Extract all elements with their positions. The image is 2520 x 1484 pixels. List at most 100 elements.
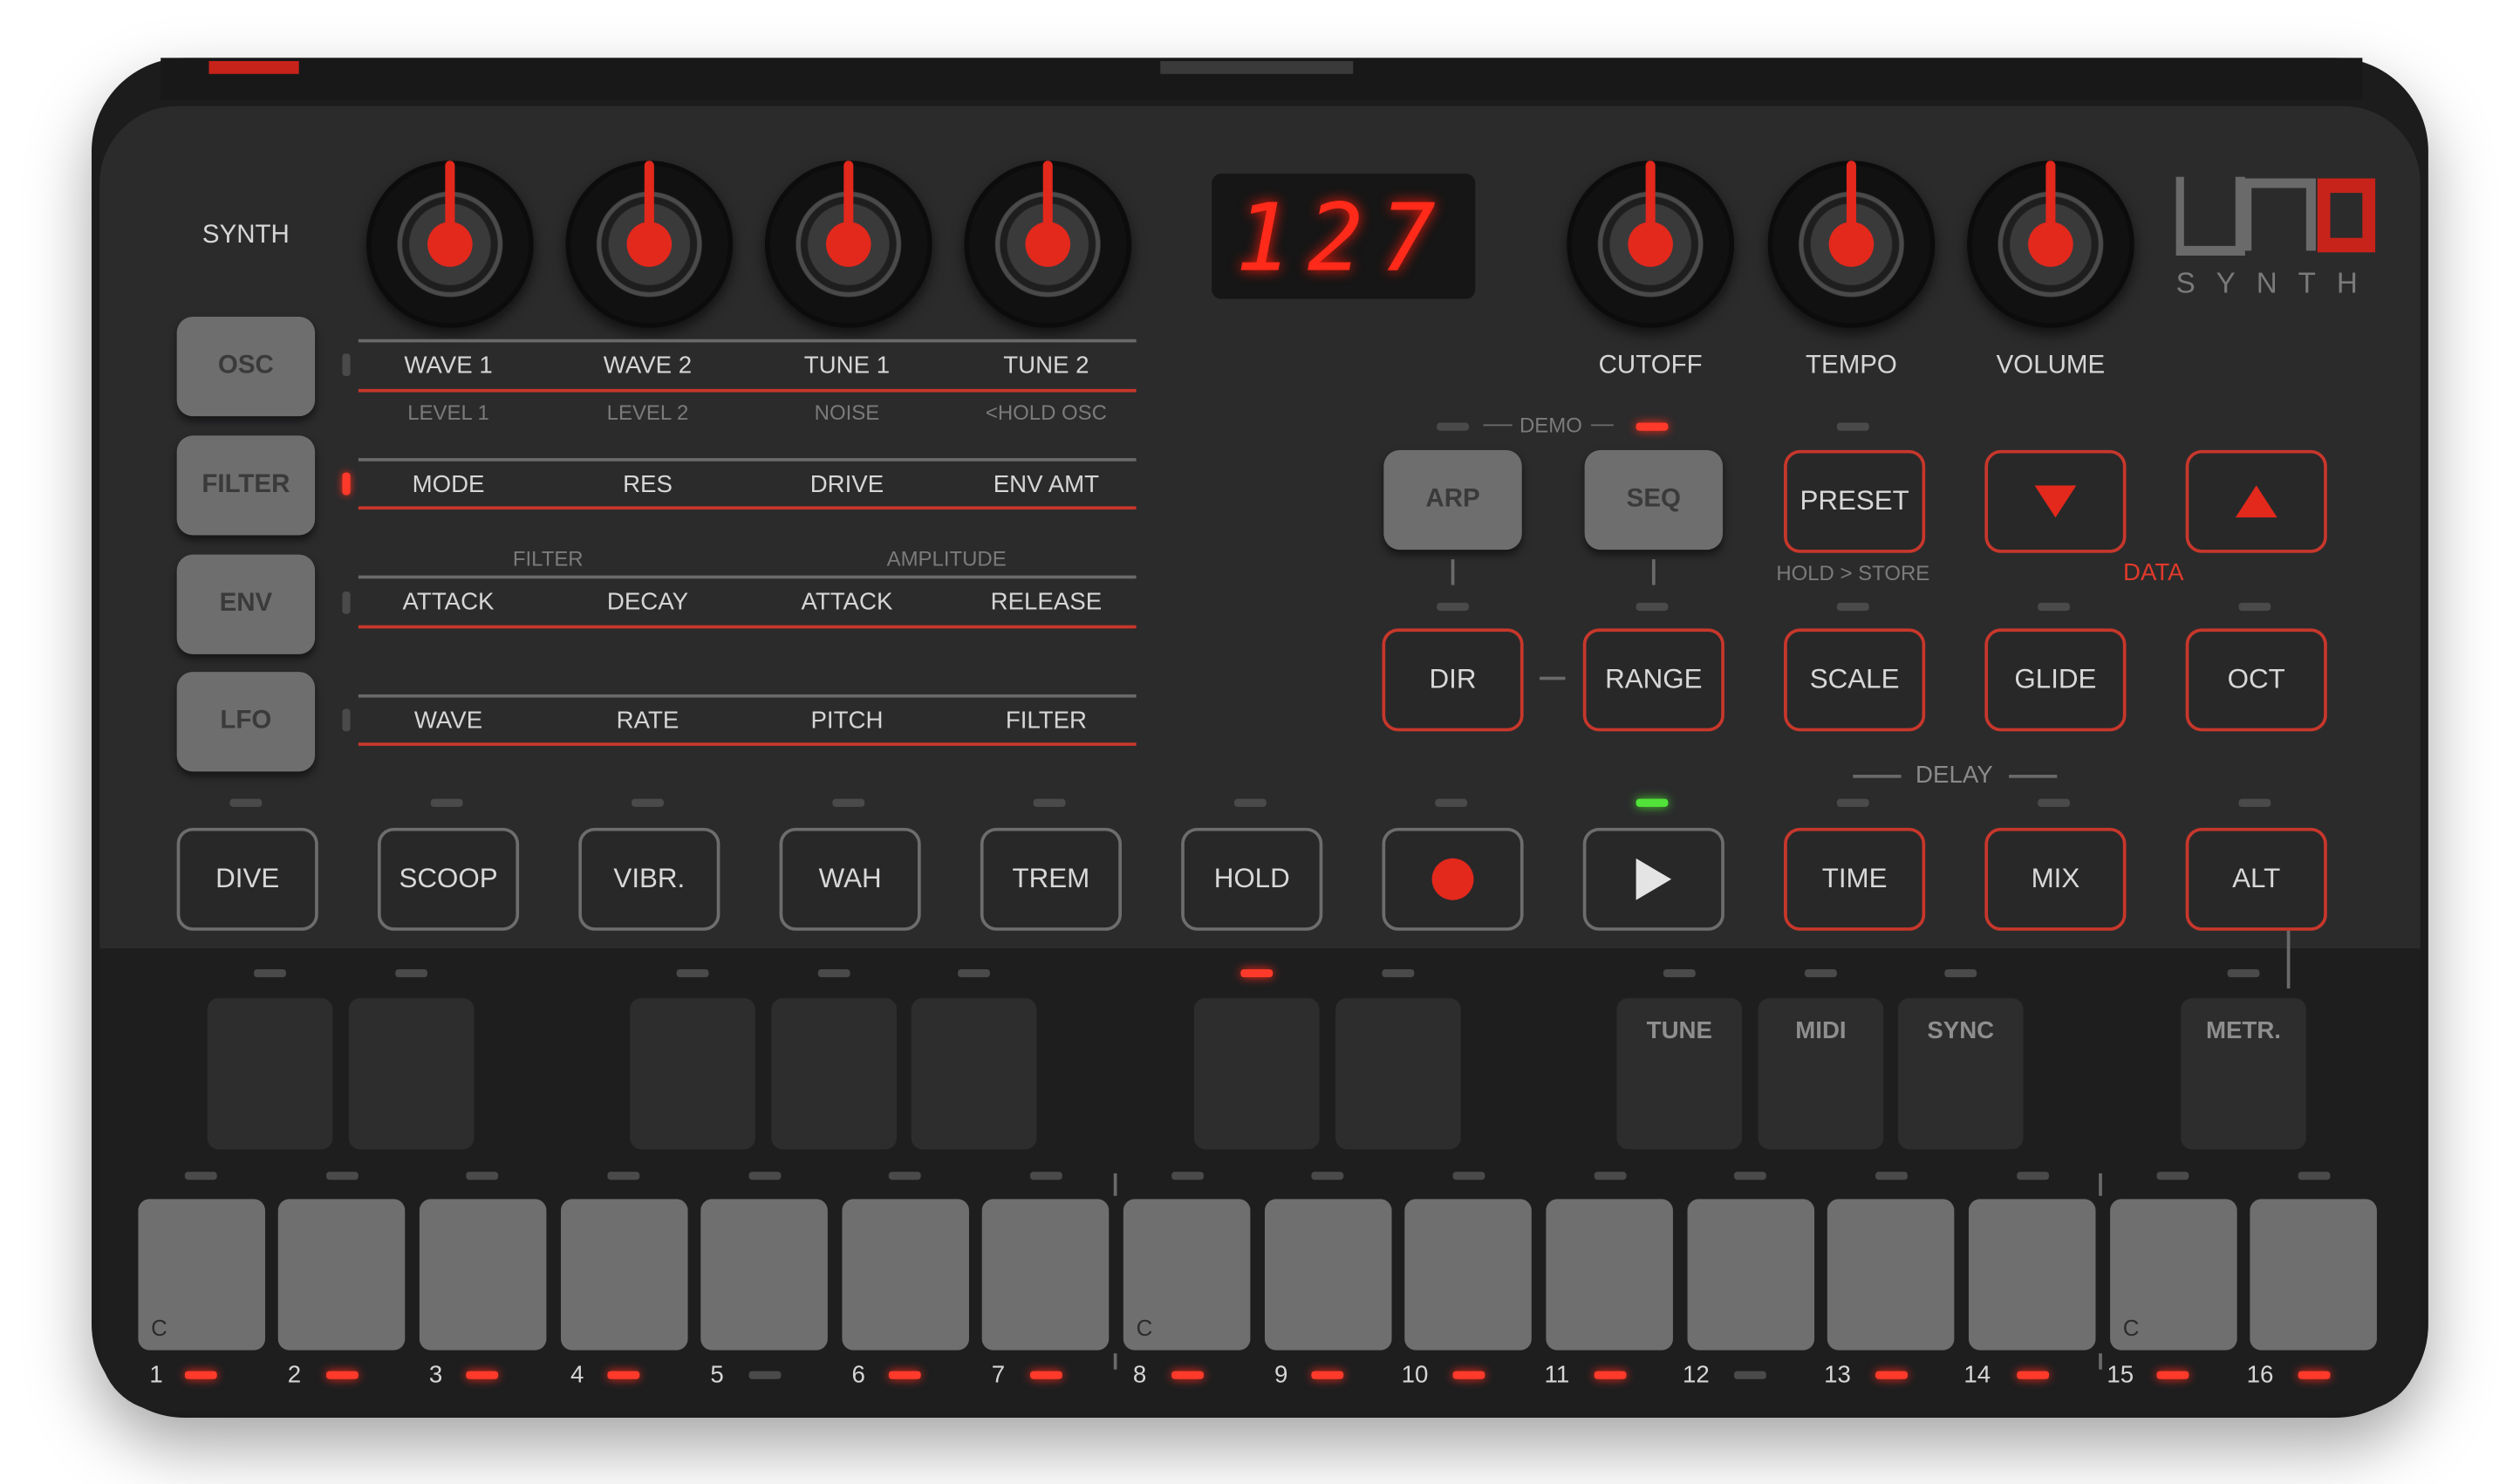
param-noise: NOISE [814,400,880,425]
key-led [2298,1172,2331,1180]
param-level-1: LEVEL 1 [407,400,489,425]
pad-led [1382,968,1415,978]
alt-led [2238,798,2271,807]
black-key-pad[interactable] [911,998,1037,1150]
key-16[interactable] [2250,1199,2377,1351]
step-number: 3 [428,1361,443,1389]
glide-button[interactable]: GLIDE [1984,628,2127,732]
hold-button[interactable]: HOLD [1181,827,1323,931]
oct-led [2238,602,2271,612]
param-amp-attack: ATTACK [801,588,893,616]
osc-top-line [358,339,1137,343]
step-number: 4 [570,1361,584,1389]
key-led [1594,1172,1627,1180]
key-12[interactable] [1687,1199,1815,1351]
key-8[interactable]: C [1123,1199,1251,1351]
volume-knob[interactable] [1967,161,2134,328]
key-13[interactable] [1827,1199,1955,1351]
pad-led [676,968,709,978]
black-key-pad[interactable] [1193,998,1320,1150]
key-led [184,1172,217,1180]
seq-button[interactable]: SEQ [1584,449,1724,551]
filter-button[interactable]: FILTER [176,435,316,536]
key-5[interactable] [700,1199,828,1351]
step-number: 13 [1824,1361,1851,1389]
param-lfo-wave: WAVE [413,707,483,735]
scoop-led [430,798,463,807]
black-key-pad[interactable] [348,998,475,1150]
step-number: 1 [149,1361,163,1389]
filter-top-line [358,458,1137,462]
step-number: 16 [2246,1361,2274,1389]
knob-2[interactable] [565,161,734,328]
play-button[interactable] [1582,827,1724,931]
key-10[interactable] [1404,1199,1532,1351]
black-key-pad[interactable] [630,998,755,1150]
glide-led [2038,602,2071,612]
sync-pad[interactable]: SYNC [1897,998,2024,1150]
black-key-pad[interactable] [1335,998,1461,1150]
tune-led [1663,968,1696,978]
alt-button[interactable]: ALT [2185,827,2327,931]
record-icon [1431,858,1474,900]
knob-4[interactable] [964,161,1132,328]
metr-pad[interactable]: METR. [2181,998,2306,1150]
tempo-knob[interactable] [1767,161,1936,328]
preset-button[interactable]: PRESET [1784,449,1926,553]
tempo-label: TEMPO [1806,352,1897,380]
midi-pad[interactable]: MIDI [1758,998,1884,1150]
key-2[interactable] [277,1199,406,1351]
record-button[interactable] [1382,827,1524,931]
osc-button[interactable]: OSC [176,316,316,417]
key-7[interactable] [981,1199,1110,1351]
param-lfo-filter: FILTER [1005,707,1087,735]
vibr-button[interactable]: VIBR. [578,827,720,931]
black-key-pad[interactable] [771,998,898,1150]
lfo-top-line [358,694,1137,698]
delay-time-button[interactable]: TIME [1784,827,1926,931]
key-4[interactable] [560,1199,688,1351]
range-button[interactable]: RANGE [1582,628,1724,732]
cutoff-knob[interactable] [1567,161,1734,328]
key-9[interactable] [1264,1199,1392,1351]
demo-dash-left [1483,424,1513,427]
step-number: 9 [1274,1361,1288,1389]
display-value: 127 [1235,183,1452,293]
black-key-pad[interactable] [207,998,333,1150]
env-button[interactable]: ENV [176,554,316,654]
pad-led [817,968,850,978]
key-3[interactable] [419,1199,547,1351]
key-14[interactable] [1968,1199,2096,1351]
scoop-button[interactable]: SCOOP [377,827,520,931]
arp-button[interactable]: ARP [1383,449,1522,551]
oct-button[interactable]: OCT [2185,628,2327,732]
dive-button[interactable]: DIVE [176,827,318,931]
param-release: RELEASE [990,588,1103,616]
step-number: 8 [1132,1361,1147,1389]
scale-button[interactable]: SCALE [1784,628,1926,732]
delay-mix-button[interactable]: MIX [1984,827,2127,931]
key-c-label: C [1136,1315,1153,1341]
tune-pad[interactable]: TUNE [1616,998,1743,1150]
data-up-button[interactable] [2185,449,2327,553]
demo-dash-right [1590,424,1614,427]
lfo-button[interactable]: LFO [176,672,316,772]
octave-divider [1113,1173,1117,1196]
knob-1[interactable] [366,161,534,328]
wah-button[interactable]: WAH [779,827,921,931]
octave-divider [2099,1353,2102,1370]
logo-icon [2174,176,2376,256]
knob-3[interactable] [764,161,932,328]
key-11[interactable] [1546,1199,1673,1351]
key-1[interactable]: C [138,1199,265,1351]
key-6[interactable] [842,1199,969,1351]
dir-button[interactable]: DIR [1382,628,1524,732]
key-led [1733,1172,1766,1180]
key-c-label: C [2122,1315,2140,1341]
key-15[interactable]: C [2110,1199,2237,1351]
trem-button[interactable]: TREM [980,827,1122,931]
step-number: 10 [1401,1361,1429,1389]
lfo-red-line [358,742,1137,746]
metr-led [2227,968,2260,978]
data-down-button[interactable] [1984,449,2127,553]
